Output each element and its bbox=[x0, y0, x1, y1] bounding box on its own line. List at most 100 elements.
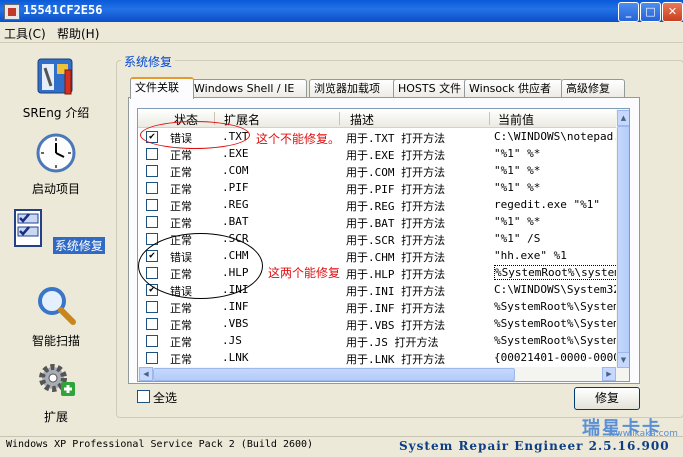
table-row[interactable]: 正常 .COM 用于.COM 打开方法 "%1" %* bbox=[138, 162, 616, 179]
sidebar-item-extend[interactable]: 扩展 bbox=[0, 360, 112, 425]
scroll-down-arrow[interactable]: ▼ bbox=[617, 352, 629, 368]
row-current-value: "%1" %* bbox=[494, 215, 541, 228]
tab-hosts-file[interactable]: HOSTS 文件 bbox=[393, 79, 469, 97]
tab-winsock[interactable]: Winsock 供应者 bbox=[464, 79, 563, 97]
row-description: 用于.VBS 打开方法 bbox=[346, 319, 446, 332]
horizontal-scroll-thumb[interactable] bbox=[153, 368, 515, 381]
table-row[interactable]: 正常 .LNK 用于.LNK 打开方法 {00021401-0000-0000-C00… bbox=[138, 349, 616, 366]
vertical-scrollbar[interactable]: ▲ ▼ bbox=[616, 109, 629, 381]
table-row[interactable]: 正常 .JS 用于.JS 打开方法 %SystemRoot%\System32\WSc… bbox=[138, 332, 616, 349]
row-description: 用于.HLP 打开方法 bbox=[346, 268, 446, 281]
row-description: 用于.JS 打开方法 bbox=[346, 336, 439, 349]
title-bar[interactable]: 15541CF2E56 _ □ ✕ bbox=[0, 0, 683, 22]
header-current-value[interactable]: 当前值 bbox=[498, 111, 534, 128]
minimize-button[interactable]: _ bbox=[618, 2, 639, 22]
row-status: 正常 bbox=[170, 200, 192, 213]
row-extension: .BAT bbox=[222, 215, 249, 228]
tab-advanced-repair[interactable]: 高级修复 bbox=[561, 79, 625, 97]
row-description: 用于.LNK 打开方法 bbox=[346, 353, 446, 366]
row-description: 用于.INF 打开方法 bbox=[346, 302, 446, 315]
row-description: 用于.TXT 打开方法 bbox=[346, 132, 446, 145]
row-status: 正常 bbox=[170, 183, 192, 196]
sidebar-item-intro[interactable]: SREng 介绍 bbox=[0, 56, 112, 121]
header-description[interactable]: 描述 bbox=[350, 111, 374, 128]
watermark: 瑞星卡卡 www.ikaka.com bbox=[572, 414, 680, 439]
row-current-value: {00021401-0000-0000-C000-000000000046} bbox=[494, 351, 616, 364]
table-row[interactable]: 正常 .BAT 用于.BAT 打开方法 "%1" %* bbox=[138, 213, 616, 230]
scroll-right-arrow[interactable]: ▶ bbox=[602, 367, 616, 381]
row-current-value: C:\WINDOWS\System32\NOTEPAD.EXE bbox=[494, 283, 616, 296]
status-os: Windows XP Professional Service Pack 2 (… bbox=[6, 439, 314, 450]
row-checkbox[interactable] bbox=[146, 199, 158, 211]
annotation-oval-red bbox=[140, 121, 250, 149]
row-checkbox[interactable] bbox=[146, 301, 158, 313]
row-extension: .JS bbox=[222, 334, 242, 347]
row-checkbox[interactable] bbox=[146, 182, 158, 194]
row-status: 正常 bbox=[170, 217, 192, 230]
gear-plus-icon bbox=[39, 364, 75, 396]
row-checkbox[interactable] bbox=[146, 148, 158, 160]
table-row[interactable]: 正常 .VBS 用于.VBS 打开方法 %SystemRoot%\System32\W… bbox=[138, 315, 616, 332]
annotation-cannot-repair: 这个不能修复。 bbox=[256, 132, 341, 146]
table-row[interactable]: 正常 .INF 用于.INF 打开方法 %SystemRoot%\System32\N… bbox=[138, 298, 616, 315]
sidebar-item-label: 智能扫描 bbox=[31, 334, 80, 348]
table-row[interactable]: 正常 .REG 用于.REG 打开方法 regedit.exe "%1" bbox=[138, 196, 616, 213]
sidebar-item-startup[interactable]: 启动项目 bbox=[0, 132, 112, 197]
table-row[interactable]: 正常 .PIF 用于.PIF 打开方法 "%1" %* bbox=[138, 179, 616, 196]
sidebar-item-label: 系统修复 bbox=[52, 237, 105, 254]
row-description: 用于.CHM 打开方法 bbox=[346, 251, 446, 264]
row-checkbox[interactable] bbox=[146, 165, 158, 177]
row-checkbox[interactable] bbox=[146, 335, 158, 347]
menu-tools[interactable]: 工具(C) bbox=[4, 25, 46, 42]
row-current-value: %SystemRoot%\System32\NOTEPAD.EXE bbox=[494, 300, 616, 313]
select-all-box[interactable] bbox=[137, 390, 150, 403]
row-extension: .INF bbox=[222, 300, 249, 313]
toolbox-icon bbox=[37, 58, 73, 95]
annotation-can-repair: 这两个能修复 bbox=[268, 266, 341, 280]
close-button[interactable]: ✕ bbox=[662, 2, 683, 22]
select-all-label: 全选 bbox=[153, 391, 178, 405]
row-extension: .LNK bbox=[222, 351, 249, 364]
row-status: 正常 bbox=[170, 319, 192, 332]
sidebar-item-repair[interactable]: 系统修复 bbox=[0, 208, 112, 254]
row-checkbox[interactable] bbox=[146, 318, 158, 330]
scroll-left-arrow[interactable]: ◀ bbox=[139, 367, 153, 381]
horizontal-scrollbar[interactable]: ◀ ▶ bbox=[138, 367, 616, 381]
row-current-value: regedit.exe "%1" bbox=[494, 198, 600, 211]
row-extension: .VBS bbox=[222, 317, 249, 330]
sidebar-item-label: SREng 介绍 bbox=[22, 106, 90, 120]
row-extension: .REG bbox=[222, 198, 249, 211]
checklist-icon bbox=[14, 209, 43, 247]
row-status: 正常 bbox=[170, 336, 192, 349]
row-description: 用于.INI 打开方法 bbox=[346, 285, 446, 298]
row-checkbox[interactable] bbox=[146, 216, 158, 228]
sidebar-item-scan[interactable]: 智能扫描 bbox=[0, 284, 112, 349]
row-current-value: %SystemRoot%\System32\WScript.exe bbox=[494, 317, 616, 330]
vertical-scroll-thumb[interactable] bbox=[617, 126, 629, 356]
row-current-value: C:\WINDOWS\notepad.exe bbox=[494, 130, 616, 143]
row-checkbox[interactable] bbox=[146, 352, 158, 364]
app-icon bbox=[4, 4, 20, 20]
window-title: 15541CF2E56 bbox=[23, 3, 103, 17]
row-current-value: "%1" %* bbox=[494, 147, 541, 160]
clock-icon bbox=[36, 133, 76, 173]
row-description: 用于.SCR 打开方法 bbox=[346, 234, 446, 247]
row-status: 正常 bbox=[170, 302, 192, 315]
row-current-value: "%1" %* bbox=[494, 181, 541, 194]
tab-windows-shell-ie[interactable]: Windows Shell / IE bbox=[189, 79, 307, 97]
scroll-up-arrow[interactable]: ▲ bbox=[617, 110, 629, 126]
row-current-value: %SystemRoot%\System32\WScript.exe bbox=[494, 334, 616, 347]
magnifier-icon bbox=[38, 287, 76, 325]
row-current-value: "%1" %* bbox=[494, 164, 541, 177]
sidebar-item-label: 扩展 bbox=[43, 410, 68, 424]
tab-browser-addons[interactable]: 浏览器加载项 bbox=[309, 79, 399, 97]
row-extension: .COM bbox=[222, 164, 249, 177]
tab-file-association[interactable]: 文件关联 bbox=[130, 77, 194, 99]
repair-button[interactable]: 修复 bbox=[574, 387, 640, 410]
annotation-oval-black bbox=[138, 233, 263, 299]
menu-help[interactable]: 帮助(H) bbox=[57, 25, 99, 42]
row-current-value: "hh.exe" %1 bbox=[494, 249, 567, 262]
row-description: 用于.EXE 打开方法 bbox=[346, 149, 446, 162]
row-current-value: %SystemRoot%\system32\winhlp32.exe bbox=[494, 265, 618, 280]
maximize-button[interactable]: □ bbox=[640, 2, 661, 22]
